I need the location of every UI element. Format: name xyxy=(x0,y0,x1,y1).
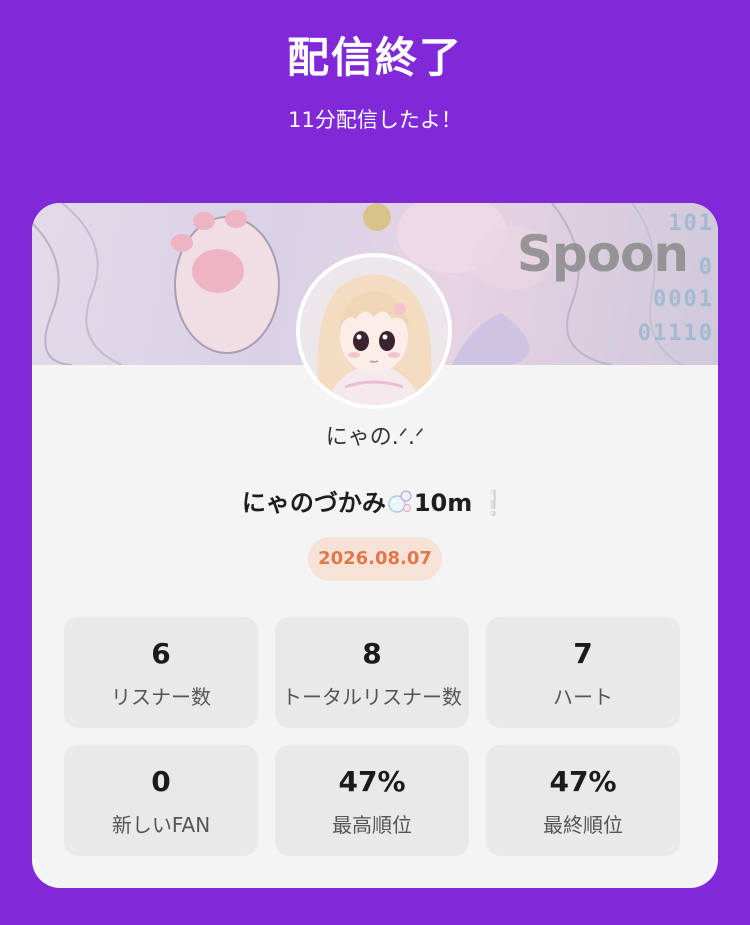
stat-label: 最終順位 xyxy=(543,813,623,837)
anime-girl-avatar-icon xyxy=(300,257,448,405)
stat-new-fans: 0 新しいFAN xyxy=(64,745,258,856)
stat-label: トータルリスナー数 xyxy=(282,685,462,709)
binary-decoration: 01110 xyxy=(637,321,714,346)
stat-hearts: 7 ハート xyxy=(486,617,680,728)
binary-decoration: 101 xyxy=(668,211,714,236)
binary-decoration: 0 xyxy=(698,255,714,280)
stat-value: 47% xyxy=(549,765,617,798)
stat-highest-rank: 47% 最高順位 xyxy=(275,745,469,856)
exclamation-icon: ❕ xyxy=(478,489,509,517)
stat-value: 0 xyxy=(151,765,171,798)
stat-listeners: 6 リスナー数 xyxy=(64,617,258,728)
stats-grid: 6 リスナー数 8 トータルリスナー数 7 ハート 0 新しいFAN 47% 最… xyxy=(64,617,680,856)
stat-final-rank: 47% 最終順位 xyxy=(486,745,680,856)
spoon-logo: Spoon xyxy=(516,225,689,283)
stat-value: 6 xyxy=(151,637,171,670)
stat-total-listeners: 8 トータルリスナー数 xyxy=(275,617,469,728)
stream-title-suffix: 10m xyxy=(413,489,473,517)
binary-decoration: 0001 xyxy=(653,287,714,312)
stat-label: ハート xyxy=(553,685,613,709)
page-title: 配信終了 xyxy=(286,33,463,82)
stat-value: 47% xyxy=(338,765,406,798)
stream-title-text: にゃのづかみ xyxy=(241,489,386,517)
username: にゃの.ᐟ.ᐟ xyxy=(325,425,425,450)
bubbles-icon xyxy=(388,490,412,513)
stat-label: 最高順位 xyxy=(332,813,412,837)
stat-value: 8 xyxy=(362,637,382,670)
stat-label: リスナー数 xyxy=(111,685,211,709)
stat-label: 新しいFAN xyxy=(111,813,211,837)
stream-title: にゃのづかみ 10m ❕ xyxy=(32,483,718,518)
broadcast-summary-card: Spoon 101 0 0001 01110 にゃの.ᐟ.ᐟ にゃのづかみ 10… xyxy=(32,203,718,888)
page-subtitle: 11分配信したよ！ xyxy=(288,108,462,132)
date-badge: 2026.08.07 xyxy=(308,537,442,581)
avatar[interactable] xyxy=(296,253,452,409)
stat-value: 7 xyxy=(573,637,593,670)
